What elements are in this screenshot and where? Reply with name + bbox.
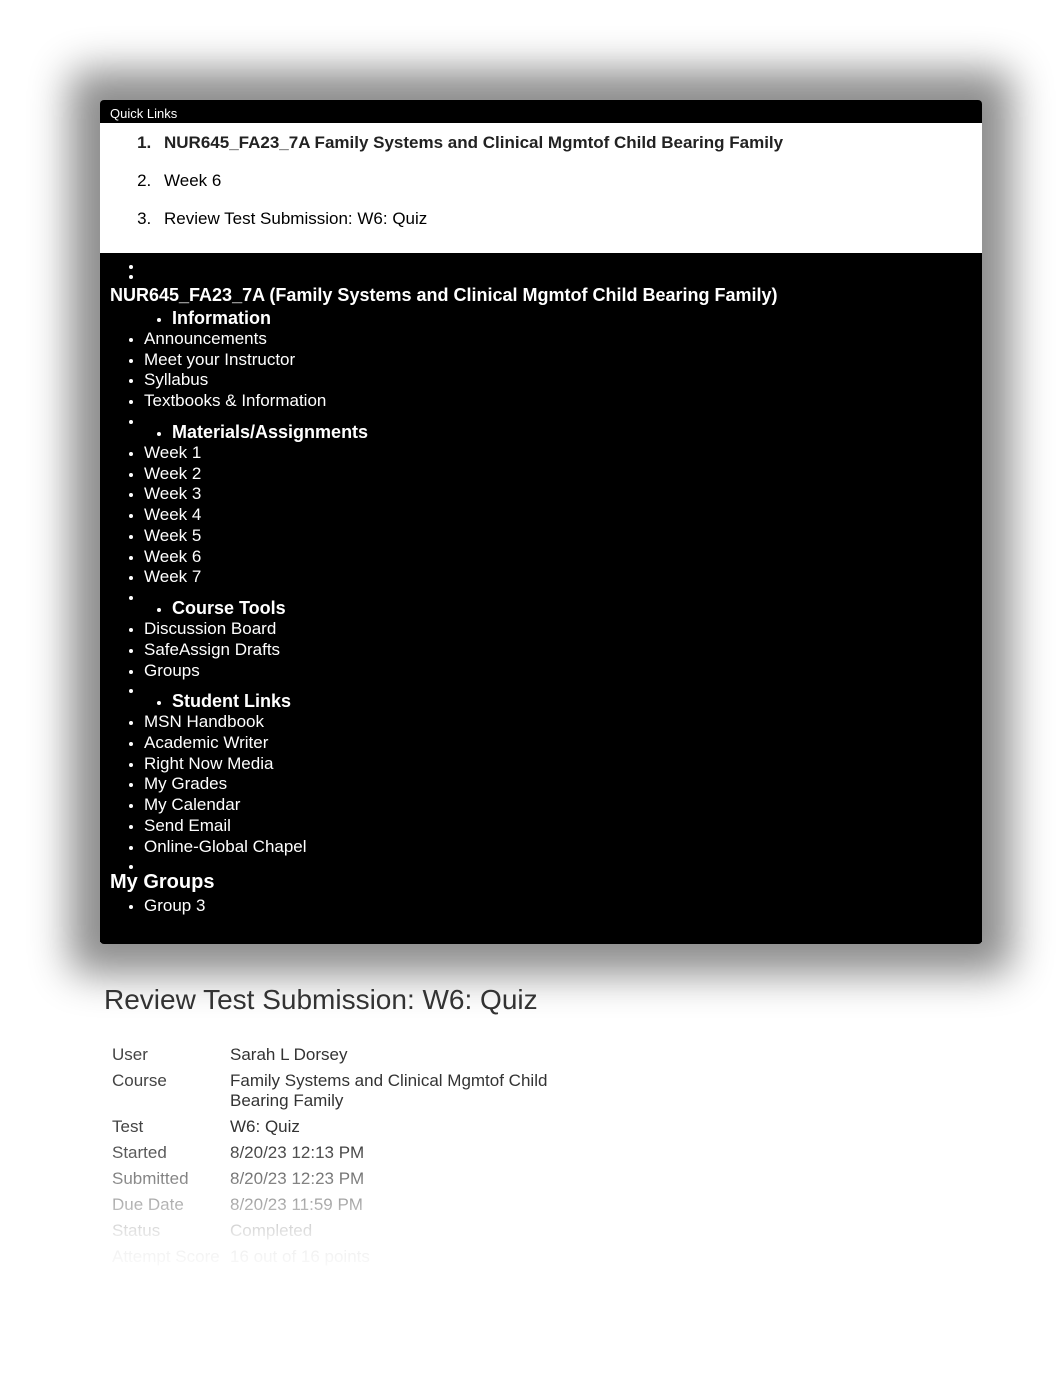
nav-textbooks-info[interactable]: Textbooks & Information bbox=[144, 391, 982, 412]
section-heading-information: Information bbox=[172, 308, 982, 329]
nav-groups[interactable]: Groups bbox=[144, 661, 982, 682]
nav-spacer bbox=[144, 857, 982, 867]
nav-week-3[interactable]: Week 3 bbox=[144, 484, 982, 505]
row-status: Status Completed bbox=[112, 1218, 620, 1244]
value-started: 8/20/23 12:13 PM bbox=[230, 1140, 620, 1166]
row-user: User Sarah L Dorsey bbox=[112, 1042, 620, 1068]
breadcrumb-current: Review Test Submission: W6: Quiz bbox=[156, 205, 982, 243]
nav-spacer bbox=[144, 588, 982, 598]
nav-week-5[interactable]: Week 5 bbox=[144, 526, 982, 547]
group-item-group-3[interactable]: Group 3 bbox=[144, 896, 982, 916]
value-course: Family Systems and Clinical Mgmtof Child… bbox=[230, 1068, 620, 1114]
section-heading-course-tools: Course Tools bbox=[172, 598, 982, 619]
nav-msn-handbook[interactable]: MSN Handbook bbox=[144, 712, 982, 733]
row-course: Course Family Systems and Clinical Mgmto… bbox=[112, 1068, 620, 1114]
test-details-panel: User Sarah L Dorsey Course Family System… bbox=[100, 1042, 982, 1270]
nav-week-4[interactable]: Week 4 bbox=[144, 505, 982, 526]
breadcrumb-course[interactable]: NUR645_FA23_7A Family Systems and Clinic… bbox=[156, 129, 982, 167]
nav-week-6[interactable]: Week 6 bbox=[144, 547, 982, 568]
nav-spacer bbox=[144, 412, 982, 422]
label-due-date: Due Date bbox=[112, 1192, 230, 1218]
nav-announcements[interactable]: Announcements bbox=[144, 329, 982, 350]
nav-syllabus[interactable]: Syllabus bbox=[144, 370, 982, 391]
breadcrumb-week[interactable]: Week 6 bbox=[156, 167, 982, 205]
row-started: Started 8/20/23 12:13 PM bbox=[112, 1140, 620, 1166]
test-details-table: User Sarah L Dorsey Course Family System… bbox=[112, 1042, 620, 1270]
panel-tail bbox=[100, 916, 982, 942]
nav-my-grades[interactable]: My Grades bbox=[144, 774, 982, 795]
label-test: Test bbox=[112, 1114, 230, 1140]
nav-academic-writer[interactable]: Academic Writer bbox=[144, 733, 982, 754]
value-attempt-score: 16 out of 16 points bbox=[230, 1244, 620, 1270]
course-menu-panel: Quick Links NUR645_FA23_7A Family System… bbox=[100, 100, 982, 944]
nav-spacer bbox=[144, 267, 982, 281]
row-submitted: Submitted 8/20/23 12:23 PM bbox=[112, 1166, 620, 1192]
label-submitted: Submitted bbox=[112, 1166, 230, 1192]
nav-week-7[interactable]: Week 7 bbox=[144, 567, 982, 588]
quick-links-label[interactable]: Quick Links bbox=[100, 100, 982, 123]
label-status: Status bbox=[112, 1218, 230, 1244]
value-user: Sarah L Dorsey bbox=[230, 1042, 620, 1068]
nav-send-email[interactable]: Send Email bbox=[144, 816, 982, 837]
row-test: Test W6: Quiz bbox=[112, 1114, 620, 1140]
value-due-date: 8/20/23 11:59 PM bbox=[230, 1192, 620, 1218]
label-user: User bbox=[112, 1042, 230, 1068]
course-heading: NUR645_FA23_7A (Family Systems and Clini… bbox=[100, 281, 982, 308]
my-groups-heading: My Groups bbox=[100, 867, 982, 896]
label-attempt-score: Attempt Score bbox=[112, 1244, 230, 1270]
breadcrumb: NUR645_FA23_7A Family Systems and Clinic… bbox=[100, 123, 982, 253]
nav-safeassign-drafts[interactable]: SafeAssign Drafts bbox=[144, 640, 982, 661]
nav-spacer bbox=[144, 257, 982, 267]
nav-week-2[interactable]: Week 2 bbox=[144, 464, 982, 485]
row-attempt-score: Attempt Score 16 out of 16 points bbox=[112, 1244, 620, 1270]
value-submitted: 8/20/23 12:23 PM bbox=[230, 1166, 620, 1192]
section-heading-student-links: Student Links bbox=[172, 691, 982, 712]
nav-spacer bbox=[144, 681, 982, 691]
label-started: Started bbox=[112, 1140, 230, 1166]
section-heading-materials: Materials/Assignments bbox=[172, 422, 982, 443]
breadcrumb-course-link[interactable]: NUR645_FA23_7A Family Systems and Clinic… bbox=[164, 133, 783, 152]
nav-online-global-chapel[interactable]: Online-Global Chapel bbox=[144, 837, 982, 858]
nav-my-calendar[interactable]: My Calendar bbox=[144, 795, 982, 816]
row-due-date: Due Date 8/20/23 11:59 PM bbox=[112, 1192, 620, 1218]
page-title: Review Test Submission: W6: Quiz bbox=[104, 984, 982, 1016]
label-course: Course bbox=[112, 1068, 230, 1114]
nav-right-now-media[interactable]: Right Now Media bbox=[144, 754, 982, 775]
value-test: W6: Quiz bbox=[230, 1114, 620, 1140]
nav-meet-instructor[interactable]: Meet your Instructor bbox=[144, 350, 982, 371]
value-status: Completed bbox=[230, 1218, 620, 1244]
nav-discussion-board[interactable]: Discussion Board bbox=[144, 619, 982, 640]
nav-week-1[interactable]: Week 1 bbox=[144, 443, 982, 464]
